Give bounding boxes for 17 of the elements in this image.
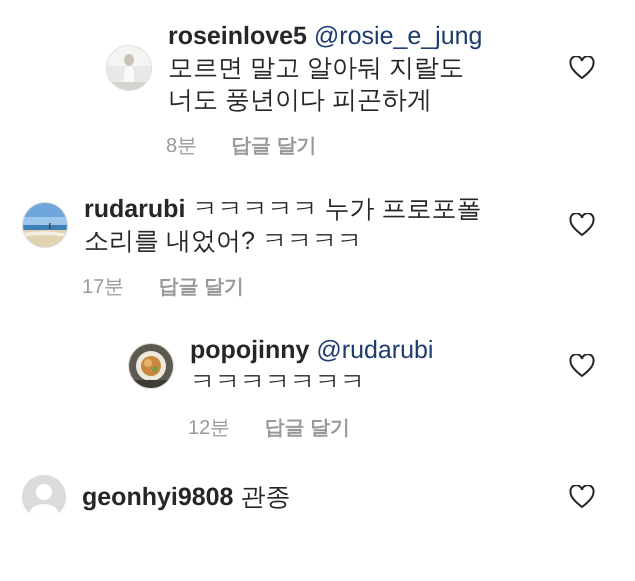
heart-icon[interactable] (569, 485, 595, 509)
comment-time: 8분 (166, 134, 198, 159)
comment-time: 12분 (188, 416, 230, 441)
username-link[interactable]: roseinlove5 (168, 22, 307, 50)
mention-link[interactable]: @rosie_e_jung (314, 22, 482, 50)
comment-text: roseinlove5 @rosie_e_jung 모르면 말고 알아둬 지랄도 너도 풍년이다 피곤하게 (168, 21, 484, 116)
comment-text: geonhyi9808 관종 (82, 482, 292, 513)
username-link[interactable]: rudarubi (84, 195, 186, 223)
mention-link[interactable]: @rudarubi (316, 336, 434, 364)
comment-text: popojinny @rudarubi ㅋㅋㅋㅋㅋㅋㅋ (190, 335, 434, 398)
comment-text: rudarubi ㅋㅋㅋㅋㅋ 누가 프로포폴 소리를 내었어? ㅋㅋㅋㅋ (84, 194, 482, 257)
heart-icon[interactable] (569, 56, 595, 80)
comment-time: 17분 (82, 275, 124, 300)
username-link[interactable]: geonhyi9808 (82, 483, 234, 511)
heart-icon[interactable] (569, 213, 595, 237)
username-link[interactable]: popojinny (190, 336, 310, 364)
heart-icon[interactable] (569, 354, 595, 378)
